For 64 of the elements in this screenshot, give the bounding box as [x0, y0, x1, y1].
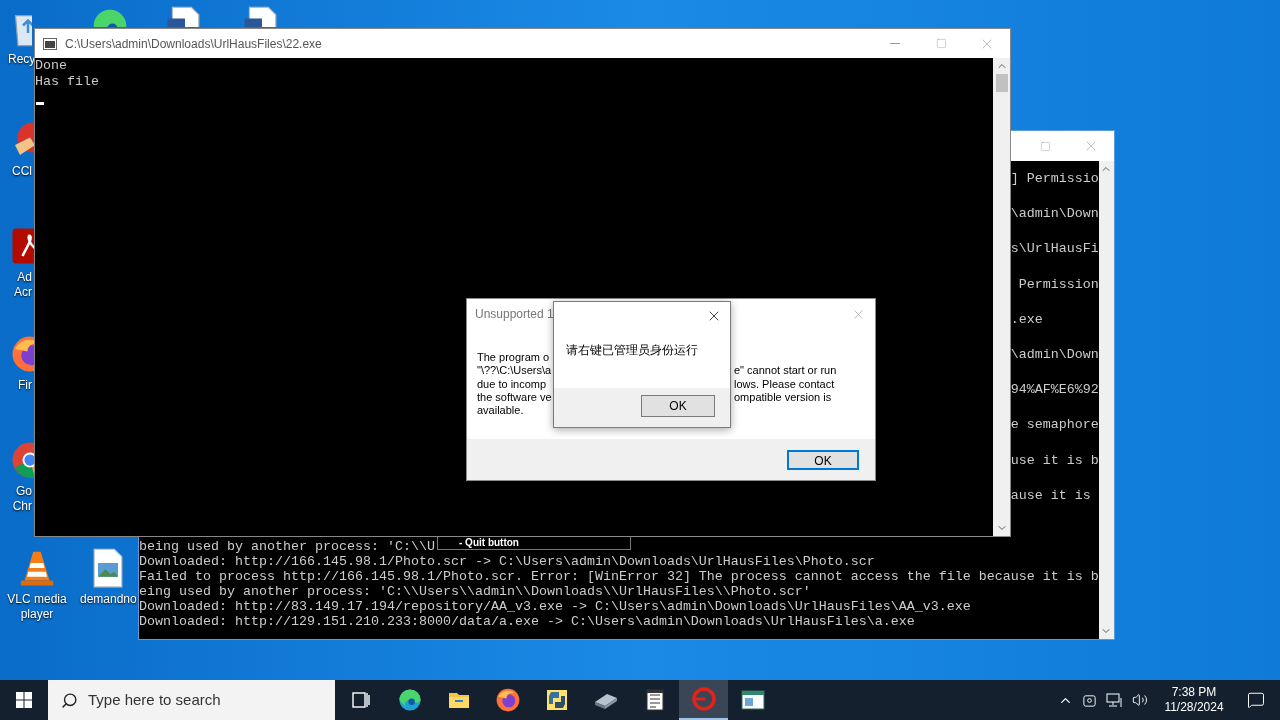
ok-button[interactable]: OK	[787, 449, 859, 470]
desktop-icon-label[interactable]: Go Chr	[10, 484, 32, 514]
ok-button[interactable]: OK	[641, 395, 715, 417]
snake-app-icon	[544, 688, 569, 712]
console-line: 94%AF%E6%92	[1010, 381, 1099, 400]
search-field[interactable]: Type here to search	[48, 680, 335, 720]
fox-globe-icon	[494, 687, 521, 713]
window-title: C:\Users\admin\Downloads\UrlHausFiles\22.exe	[65, 35, 323, 53]
console-line: .exe	[1010, 310, 1044, 329]
console-line: Failed to process http://166.145.98.1/Photo.scr. Error: [WinError 32] The process cannot access the file because it is b	[139, 569, 1099, 584]
ring-logo-icon	[690, 686, 717, 712]
notepad-icon	[643, 688, 666, 712]
desktop-icon-label[interactable]: Fir	[10, 378, 32, 393]
desktop-icon-label[interactable]: VLC media player	[2, 592, 72, 622]
maximize-icon	[1039, 140, 1051, 152]
maximize-icon	[935, 38, 947, 49]
network-icon[interactable]	[1106, 692, 1123, 708]
console-line: Downloaded: http://129.151.210.233:8000/data/a.exe -> C:\Users\admin\Downloads\UrlHausFiles\a.exe	[139, 614, 915, 629]
console-line: Permission	[1017, 275, 1099, 294]
console-line: Has file	[35, 74, 100, 90]
console-line: ause it is	[1010, 486, 1092, 505]
windows-logo-icon	[16, 692, 32, 708]
console-line: being used by another process: 'C:\\U	[139, 539, 435, 554]
desktop-icon-label[interactable]: Ad Acr	[10, 270, 32, 300]
search-input[interactable]: Type here to search	[88, 688, 335, 712]
notification-icon	[1247, 691, 1265, 709]
dialog-text: The program o	[477, 351, 551, 365]
console-line: \admin\Down	[1010, 345, 1099, 364]
search-icon	[61, 691, 78, 709]
console-line: Downloaded: http://166.145.98.1/Photo.scr -> C:\Users\admin\Downloads\UrlHausFiles\Photo.scr	[139, 554, 875, 569]
app-window-icon	[740, 689, 765, 711]
dialog-text: available.	[477, 404, 525, 418]
desktop-icon-label[interactable]: CCl	[10, 164, 32, 179]
dialog-text: lows. Please contact	[734, 377, 836, 391]
volume-icon[interactable]	[1132, 692, 1148, 708]
console-line: ] Permissio	[1010, 170, 1099, 188]
minimize-icon	[890, 43, 900, 44]
desktop-icon-label[interactable]: Recy	[8, 52, 33, 67]
clock[interactable]: 7:38 PM 11/28/2024	[1156, 685, 1232, 715]
console-window-icon	[43, 37, 57, 50]
dialog-text: due to incomp	[477, 377, 548, 391]
task-view-icon	[350, 690, 371, 710]
wave-browser-icon	[396, 687, 423, 713]
clock-date: 11/28/2024	[1164, 700, 1224, 715]
dialog-text: the software ve	[477, 390, 553, 405]
text-cursor	[36, 102, 44, 105]
dialog-text: "\??\C:\Users\a	[477, 364, 553, 378]
dialog-text: e" cannot start or run	[734, 364, 837, 378]
tooltip-text: - Quit button	[459, 537, 519, 549]
console-line: e semaphore	[1010, 416, 1099, 435]
dialog-text: ompatible version is	[734, 390, 833, 405]
dialog-title: Unsupported 1	[475, 306, 554, 323]
console-line: Downloaded: http://83.149.17.194/repository/AA_v3.exe -> C:\Users\admin\Downloads\UrlHausFiles\AA_v3.exe	[139, 599, 971, 614]
console-line: s\UrlHausFi	[1010, 240, 1099, 259]
clock-time: 7:38 PM	[1171, 685, 1217, 700]
console-line: \admin\Down	[1010, 205, 1099, 224]
console-line: use it is b	[1010, 451, 1099, 470]
scrollbar[interactable]	[993, 58, 1010, 536]
message-text: 请右键已管理员身份运行	[566, 342, 699, 359]
scroll-thumb[interactable]	[995, 74, 1008, 92]
console-line: Done	[35, 58, 68, 74]
pdf-app-icon	[10, 226, 34, 266]
desktop-icon-label[interactable]: demandno	[80, 592, 136, 607]
console-line: eing used by another process: 'C:\\Users\\admin\\Downloads\\UrlHausFiles\\Photo.scr'	[139, 584, 811, 599]
